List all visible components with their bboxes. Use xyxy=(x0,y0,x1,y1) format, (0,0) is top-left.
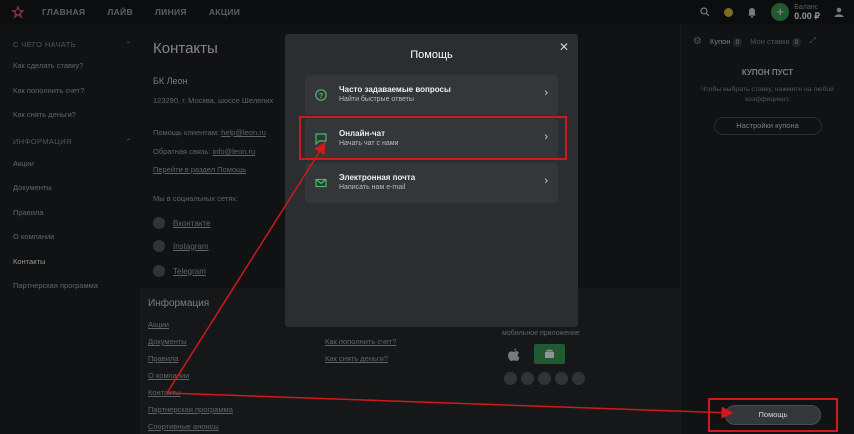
arrow-to-help-button xyxy=(166,392,734,419)
arrow-to-online-chat xyxy=(166,141,326,394)
annotation-arrows xyxy=(166,141,734,419)
